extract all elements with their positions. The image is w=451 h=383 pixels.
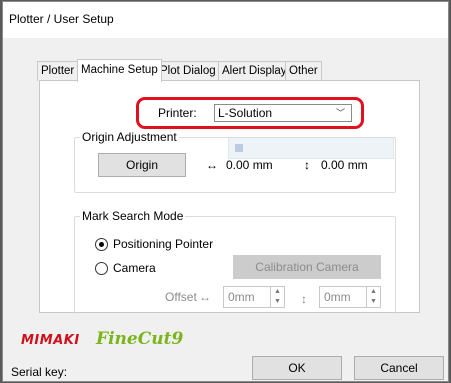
vertical-arrow-icon: ↕	[304, 158, 310, 172]
offset-y-stepper[interactable]: 0mm ▲ ▼	[319, 286, 381, 308]
tab-machine-setup[interactable]: Machine Setup	[77, 59, 162, 82]
origin-adjustment-title: Origin Adjustment	[80, 130, 179, 144]
spin-down-icon[interactable]: ▼	[271, 297, 284, 307]
cancel-button[interactable]: Cancel	[354, 356, 444, 380]
offset-x-spin-arrows[interactable]: ▲ ▼	[270, 287, 284, 307]
title-bar: Plotter / User Setup	[3, 2, 448, 38]
spin-up-icon[interactable]: ▲	[367, 287, 380, 297]
printer-select-value: L-Solution	[218, 106, 273, 120]
tab-plot-dialog[interactable]: Plot Dialog	[156, 61, 220, 81]
offset-label: Offset	[165, 290, 197, 304]
camera-radio[interactable]	[95, 262, 108, 275]
origin-y-value: 0.00 mm	[321, 158, 368, 172]
origin-button[interactable]: Origin	[98, 153, 186, 177]
positioning-pointer-radio[interactable]	[95, 238, 108, 251]
mark-search-mode-title: Mark Search Mode	[80, 209, 186, 223]
origin-adjustment-group: Origin Adjustment Origin ↔ 0.00 mm ↕ 0.0…	[74, 130, 396, 193]
positioning-pointer-label: Positioning Pointer	[113, 237, 214, 251]
origin-x-value: 0.00 mm	[226, 158, 273, 172]
printer-select[interactable]: L-Solution ﹀	[214, 104, 352, 122]
calibration-camera-button[interactable]: Calibration Camera	[233, 255, 381, 279]
serial-key-label: Serial key:	[11, 365, 68, 379]
offset-vertical-arrow-icon: ↕	[301, 292, 307, 306]
tab-alert-display[interactable]: Alert Display	[218, 61, 291, 81]
spin-up-icon[interactable]: ▲	[271, 287, 284, 297]
tab-other[interactable]: Other	[285, 61, 322, 81]
tab-plotter[interactable]: Plotter	[37, 61, 79, 81]
printer-label: Printer:	[158, 106, 197, 120]
mark-search-mode-group: Mark Search Mode Positioning Pointer Cam…	[74, 209, 396, 314]
horizontal-arrow-icon: ↔	[206, 158, 218, 172]
offset-y-value: 0mm	[324, 290, 351, 304]
printer-highlight: Printer: L-Solution ﹀	[136, 97, 364, 129]
offset-horizontal-arrow-icon: ↔	[199, 290, 211, 304]
offset-x-value: 0mm	[228, 290, 255, 304]
machine-setup-panel: Printer: L-Solution ﹀ Origin Adjustment …	[39, 80, 420, 314]
camera-label: Camera	[113, 261, 156, 275]
mimaki-logo: MIMAKI	[21, 333, 80, 348]
offset-x-stepper[interactable]: 0mm ▲ ▼	[223, 286, 285, 308]
finecut-logo: FineCut9	[96, 329, 184, 349]
plotter-user-setup-dialog: Plotter / User Setup Plotter Machine Set…	[2, 1, 449, 382]
spin-down-icon[interactable]: ▼	[367, 297, 380, 307]
offset-y-spin-arrows[interactable]: ▲ ▼	[366, 287, 380, 307]
ok-button[interactable]: OK	[252, 356, 342, 380]
chevron-down-icon: ﹀	[335, 108, 345, 118]
window-title: Plotter / User Setup	[9, 12, 114, 26]
